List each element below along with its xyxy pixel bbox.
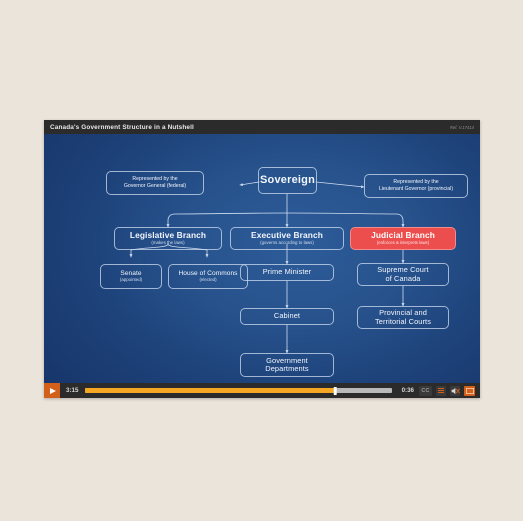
- node-house-of-commons-label: House of Commons: [178, 269, 238, 277]
- node-judicial-branch-sub: (enforces & interprets laws): [376, 240, 430, 246]
- node-governor-general-line1: Represented by the: [132, 175, 178, 182]
- closed-captions-button[interactable]: CC: [419, 385, 432, 396]
- cc-label: CC: [421, 387, 430, 394]
- node-judicial-branch-label: Judicial Branch: [371, 229, 435, 240]
- node-senate[interactable]: Senate (appointed): [100, 264, 162, 289]
- node-lieutenant-governor-line2: Lieutenant Governor (provincial): [378, 186, 454, 192]
- slide-stage: Represented by the Governor General (fed…: [44, 134, 480, 383]
- node-house-of-commons-sub: (elected): [199, 277, 217, 283]
- player-title-bar: Canada's Government Structure in a Nutsh…: [44, 120, 480, 134]
- scrubber-handle[interactable]: [333, 386, 337, 395]
- node-provincial-courts-line2: Territorial Courts: [374, 316, 431, 326]
- player-reference-code: Ref. V.17414: [449, 124, 474, 130]
- menu-icon-line: [438, 392, 444, 394]
- menu-button[interactable]: [436, 385, 446, 396]
- node-cabinet[interactable]: Cabinet: [240, 308, 334, 325]
- node-government-departments[interactable]: Government Departments: [240, 353, 334, 377]
- node-senate-label: Senate: [120, 269, 142, 277]
- node-prime-minister-label: Prime Minister: [262, 267, 312, 277]
- node-executive-branch[interactable]: Executive Branch (governs according to l…: [230, 227, 344, 250]
- node-government-departments-line2: Departments: [265, 364, 309, 373]
- fullscreen-icon: [465, 387, 474, 394]
- node-cabinet-label: Cabinet: [273, 311, 301, 321]
- node-prime-minister[interactable]: Prime Minister: [240, 264, 334, 281]
- node-supreme-court-line2: of Canada: [385, 273, 421, 283]
- play-button[interactable]: [44, 383, 60, 398]
- player-title: Canada's Government Structure in a Nutsh…: [50, 123, 194, 131]
- menu-icon-line: [438, 390, 444, 391]
- node-supreme-court[interactable]: Supreme Court of Canada: [357, 263, 449, 286]
- node-governor-general-line2: Governor General (federal): [123, 183, 187, 189]
- progress-scrubber[interactable]: [85, 386, 392, 395]
- video-player: Canada's Government Structure in a Nutsh…: [44, 120, 480, 398]
- volume-muted-icon: [451, 387, 460, 394]
- elapsed-time: 3:15: [66, 387, 79, 394]
- node-provincial-territorial-courts[interactable]: Provincial and Territorial Courts: [357, 306, 449, 329]
- node-governor-general[interactable]: Represented by the Governor General (fed…: [106, 171, 204, 195]
- node-sovereign[interactable]: Sovereign: [258, 167, 317, 194]
- node-lieutenant-governor-line1: Represented by the: [393, 178, 439, 185]
- play-icon: [49, 387, 56, 394]
- volume-button[interactable]: [450, 385, 460, 396]
- menu-icon-line: [438, 387, 444, 389]
- node-executive-branch-sub: (governs according to laws): [260, 240, 314, 246]
- fullscreen-button[interactable]: [464, 385, 475, 396]
- node-house-of-commons[interactable]: House of Commons (elected): [168, 264, 248, 289]
- node-legislative-branch-label: Legislative Branch: [129, 229, 207, 240]
- node-executive-branch-label: Executive Branch: [251, 229, 323, 240]
- node-senate-sub: (appointed): [119, 277, 143, 283]
- progress-fill: [85, 388, 335, 393]
- remaining-time: 0:36: [401, 387, 414, 394]
- node-sovereign-label: Sovereign: [260, 174, 315, 187]
- node-legislative-branch[interactable]: Legislative Branch (makes the laws): [114, 227, 222, 250]
- node-lieutenant-governor[interactable]: Represented by the Lieutenant Governor (…: [364, 174, 468, 198]
- node-legislative-branch-sub: (makes the laws): [151, 240, 185, 246]
- node-judicial-branch[interactable]: Judicial Branch (enforces & interprets l…: [350, 227, 456, 250]
- player-control-bar: 3:15 0:36 CC: [44, 383, 480, 398]
